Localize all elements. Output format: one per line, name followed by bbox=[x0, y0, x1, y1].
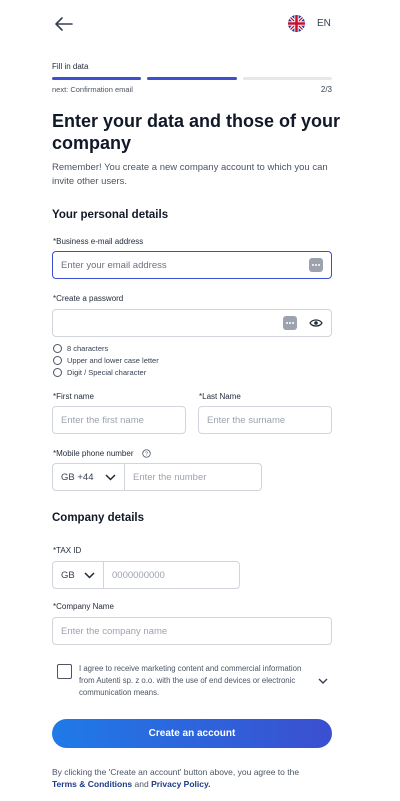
marketing-consent-text: I agree to receive marketing content and… bbox=[79, 664, 302, 697]
back-arrow-icon bbox=[55, 17, 73, 31]
company-name-placeholder: Enter the company name bbox=[61, 625, 168, 637]
company-name-label: *Company Name bbox=[53, 602, 114, 611]
page-subtitle: Remember! You create a new company accou… bbox=[52, 162, 328, 187]
step-counter: 2/3 bbox=[320, 85, 332, 94]
chevron-down-icon bbox=[84, 571, 95, 579]
step-progress-bar bbox=[52, 77, 332, 81]
tax-country-select[interactable]: GB bbox=[52, 561, 104, 589]
chevron-down-icon[interactable] bbox=[318, 678, 328, 685]
email-label: *Business e-mail address bbox=[53, 237, 144, 246]
marketing-consent-checkbox[interactable] bbox=[57, 664, 72, 679]
create-account-button[interactable]: Create an account bbox=[52, 719, 332, 748]
phone-number-field[interactable]: Enter the number bbox=[124, 463, 262, 491]
progress-segment bbox=[242, 77, 332, 80]
last-name-field[interactable]: Enter the surname bbox=[198, 406, 332, 434]
first-name-label: *First name bbox=[53, 392, 94, 401]
first-name-field[interactable]: Enter the first name bbox=[52, 406, 186, 434]
password-rule-text: Digit / Special character bbox=[67, 368, 147, 377]
terms-link[interactable]: Terms & Conditions bbox=[52, 779, 132, 789]
phone-label-row: *Mobile phone number ? bbox=[53, 449, 151, 458]
password-rule-text: Upper and lower case letter bbox=[67, 356, 159, 365]
password-rule-text: 8 characters bbox=[67, 344, 109, 353]
svg-text:?: ? bbox=[145, 452, 148, 458]
phone-prefix: GB +44 bbox=[61, 471, 94, 483]
terms-and: and bbox=[134, 779, 149, 789]
page-title: Enter your data and those of your compan… bbox=[52, 111, 341, 153]
step-next-label: next: Confirmation email bbox=[52, 85, 133, 94]
password-label: *Create a password bbox=[53, 294, 124, 303]
password-manager-icon[interactable] bbox=[283, 316, 297, 330]
phone-placeholder: Enter the number bbox=[133, 471, 207, 483]
email-placeholder: Enter your email address bbox=[61, 259, 167, 271]
tax-id-field[interactable]: 0000000000 bbox=[103, 561, 240, 589]
phone-label: *Mobile phone number bbox=[53, 449, 134, 458]
personal-details-heading: Your personal details bbox=[52, 209, 169, 221]
last-name-label: *Last Name bbox=[199, 392, 241, 401]
password-manager-icon[interactable] bbox=[309, 258, 323, 272]
progress-segment bbox=[147, 77, 237, 80]
phone-country-select[interactable]: GB +44 bbox=[52, 463, 125, 491]
uk-flag-icon bbox=[288, 15, 305, 32]
terms-notice: By clicking the 'Create an account' butt… bbox=[52, 766, 352, 790]
email-field[interactable]: Enter your email address bbox=[52, 251, 332, 279]
tax-id-placeholder: 0000000000 bbox=[112, 569, 165, 581]
company-details-heading: Company details bbox=[52, 512, 145, 524]
back-button[interactable] bbox=[52, 14, 76, 34]
language-label: EN bbox=[317, 18, 331, 29]
first-name-placeholder: Enter the first name bbox=[61, 414, 144, 426]
info-icon[interactable]: ? bbox=[141, 449, 151, 458]
chevron-down-icon bbox=[105, 473, 116, 481]
privacy-link[interactable]: Privacy Policy. bbox=[151, 779, 210, 789]
tax-country: GB bbox=[61, 569, 75, 581]
progress-segment bbox=[52, 77, 142, 80]
password-rule: Upper and lower case letter bbox=[53, 356, 159, 365]
company-name-field[interactable]: Enter the company name bbox=[52, 617, 332, 645]
password-rule: Digit / Special character bbox=[53, 368, 146, 377]
password-rule: 8 characters bbox=[53, 344, 108, 353]
language-switch[interactable]: EN bbox=[288, 15, 331, 32]
last-name-placeholder: Enter the surname bbox=[207, 414, 286, 426]
terms-notice-text: By clicking the 'Create an account' butt… bbox=[52, 767, 300, 777]
eye-icon[interactable] bbox=[309, 318, 323, 328]
password-field[interactable] bbox=[52, 309, 332, 337]
step-current-label: Fill in data bbox=[52, 62, 89, 71]
tax-id-label: *TAX ID bbox=[53, 546, 82, 555]
